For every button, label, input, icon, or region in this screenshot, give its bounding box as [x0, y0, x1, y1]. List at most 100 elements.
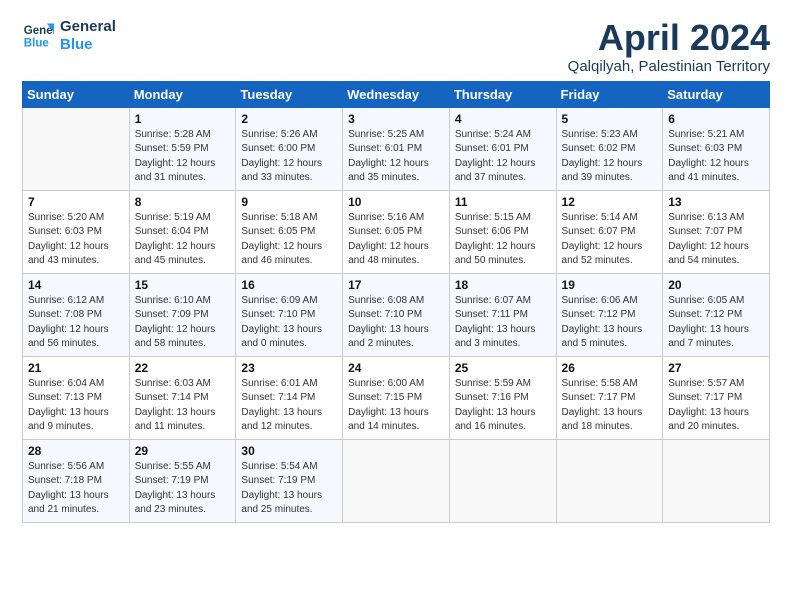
day-info: Sunrise: 5:58 AM Sunset: 7:17 PM Dayligh… — [562, 377, 659, 435]
day-number: 20 — [668, 278, 765, 292]
location: Qalqilyah, Palestinian Territory — [568, 58, 770, 75]
day-number: 6 — [668, 112, 765, 126]
day-info: Sunrise: 5:18 AM Sunset: 6:05 PM Dayligh… — [241, 211, 338, 269]
day-info: Sunrise: 5:15 AM Sunset: 6:06 PM Dayligh… — [455, 211, 552, 269]
calendar-table: SundayMondayTuesdayWednesdayThursdayFrid… — [22, 81, 770, 523]
svg-text:Blue: Blue — [24, 38, 50, 50]
day-number: 16 — [241, 278, 338, 292]
day-info: Sunrise: 5:16 AM Sunset: 6:05 PM Dayligh… — [348, 211, 445, 269]
day-cell: 25 Sunrise: 5:59 AM Sunset: 7:16 PM Dayli… — [449, 356, 556, 439]
day-cell: 18 Sunrise: 6:07 AM Sunset: 7:11 PM Dayli… — [449, 273, 556, 356]
day-number: 13 — [668, 195, 765, 209]
col-header-thursday: Thursday — [449, 81, 556, 107]
day-info: Sunrise: 5:24 AM Sunset: 6:01 PM Dayligh… — [455, 128, 552, 186]
day-number: 22 — [135, 361, 232, 375]
day-cell: 20 Sunrise: 6:05 AM Sunset: 7:12 PM Dayli… — [663, 273, 770, 356]
day-number: 12 — [562, 195, 659, 209]
day-info: Sunrise: 6:09 AM Sunset: 7:10 PM Dayligh… — [241, 294, 338, 352]
col-header-monday: Monday — [129, 81, 236, 107]
day-number: 21 — [28, 361, 125, 375]
day-number: 29 — [135, 444, 232, 458]
day-cell: 28Sunrise: 5:56 AM Sunset: 7:18 PM Dayli… — [23, 439, 130, 522]
day-info: Sunrise: 6:12 AM Sunset: 7:08 PM Dayligh… — [28, 294, 125, 352]
day-info: Sunrise: 5:54 AM Sunset: 7:19 PM Dayligh… — [241, 460, 338, 518]
day-cell: 13 Sunrise: 6:13 AM Sunset: 7:07 PM Dayli… — [663, 190, 770, 273]
day-cell: 2 Sunrise: 5:26 AM Sunset: 6:00 PM Daylig… — [236, 107, 343, 190]
day-number: 23 — [241, 361, 338, 375]
col-header-tuesday: Tuesday — [236, 81, 343, 107]
day-info: Sunrise: 5:26 AM Sunset: 6:00 PM Dayligh… — [241, 128, 338, 186]
day-cell: 30 Sunrise: 5:54 AM Sunset: 7:19 PM Dayli… — [236, 439, 343, 522]
day-info: Sunrise: 6:13 AM Sunset: 7:07 PM Dayligh… — [668, 211, 765, 269]
day-number: 2 — [241, 112, 338, 126]
day-number: 4 — [455, 112, 552, 126]
day-cell: 9 Sunrise: 5:18 AM Sunset: 6:05 PM Daylig… — [236, 190, 343, 273]
day-info: Sunrise: 5:19 AM Sunset: 6:04 PM Dayligh… — [135, 211, 232, 269]
logo-general: General — [60, 18, 116, 36]
col-header-wednesday: Wednesday — [343, 81, 450, 107]
day-cell: 19Sunrise: 6:06 AM Sunset: 7:12 PM Dayli… — [556, 273, 663, 356]
day-info: Sunrise: 6:05 AM Sunset: 7:12 PM Dayligh… — [668, 294, 765, 352]
day-cell: 24 Sunrise: 6:00 AM Sunset: 7:15 PM Dayli… — [343, 356, 450, 439]
logo: General Blue General Blue — [22, 18, 116, 54]
week-row-3: 14 Sunrise: 6:12 AM Sunset: 7:08 PM Dayli… — [23, 273, 770, 356]
day-number: 7 — [28, 195, 125, 209]
title-block: April 2024 Qalqilyah, Palestinian Territ… — [568, 18, 770, 75]
day-number: 24 — [348, 361, 445, 375]
day-info: Sunrise: 5:55 AM Sunset: 7:19 PM Dayligh… — [135, 460, 232, 518]
day-number: 14 — [28, 278, 125, 292]
day-cell: 29 Sunrise: 5:55 AM Sunset: 7:19 PM Dayli… — [129, 439, 236, 522]
col-header-saturday: Saturday — [663, 81, 770, 107]
day-cell: 11 Sunrise: 5:15 AM Sunset: 6:06 PM Dayli… — [449, 190, 556, 273]
day-info: Sunrise: 5:20 AM Sunset: 6:03 PM Dayligh… — [28, 211, 125, 269]
col-header-sunday: Sunday — [23, 81, 130, 107]
day-number: 11 — [455, 195, 552, 209]
day-cell — [556, 439, 663, 522]
day-cell — [449, 439, 556, 522]
day-cell: 26 Sunrise: 5:58 AM Sunset: 7:17 PM Dayli… — [556, 356, 663, 439]
day-cell: 14 Sunrise: 6:12 AM Sunset: 7:08 PM Dayli… — [23, 273, 130, 356]
logo-blue: Blue — [60, 36, 116, 54]
svg-text:General: General — [24, 25, 54, 37]
day-cell: 4 Sunrise: 5:24 AM Sunset: 6:01 PM Daylig… — [449, 107, 556, 190]
day-number: 28 — [28, 444, 125, 458]
week-row-4: 21 Sunrise: 6:04 AM Sunset: 7:13 PM Dayli… — [23, 356, 770, 439]
day-info: Sunrise: 6:00 AM Sunset: 7:15 PM Dayligh… — [348, 377, 445, 435]
day-cell: 22 Sunrise: 6:03 AM Sunset: 7:14 PM Dayli… — [129, 356, 236, 439]
day-number: 9 — [241, 195, 338, 209]
day-cell: 10Sunrise: 5:16 AM Sunset: 6:05 PM Dayli… — [343, 190, 450, 273]
day-cell: 8Sunrise: 5:19 AM Sunset: 6:04 PM Daylig… — [129, 190, 236, 273]
day-info: Sunrise: 6:04 AM Sunset: 7:13 PM Dayligh… — [28, 377, 125, 435]
day-number: 25 — [455, 361, 552, 375]
col-header-friday: Friday — [556, 81, 663, 107]
day-cell — [663, 439, 770, 522]
day-number: 3 — [348, 112, 445, 126]
day-info: Sunrise: 5:21 AM Sunset: 6:03 PM Dayligh… — [668, 128, 765, 186]
day-cell: 5Sunrise: 5:23 AM Sunset: 6:02 PM Daylig… — [556, 107, 663, 190]
day-info: Sunrise: 5:25 AM Sunset: 6:01 PM Dayligh… — [348, 128, 445, 186]
logo-icon: General Blue — [22, 20, 54, 52]
day-cell: 16 Sunrise: 6:09 AM Sunset: 7:10 PM Dayli… — [236, 273, 343, 356]
day-info: Sunrise: 6:07 AM Sunset: 7:11 PM Dayligh… — [455, 294, 552, 352]
day-info: Sunrise: 5:59 AM Sunset: 7:16 PM Dayligh… — [455, 377, 552, 435]
day-info: Sunrise: 6:01 AM Sunset: 7:14 PM Dayligh… — [241, 377, 338, 435]
day-cell: 12Sunrise: 5:14 AM Sunset: 6:07 PM Dayli… — [556, 190, 663, 273]
week-row-1: 1Sunrise: 5:28 AM Sunset: 5:59 PM Daylig… — [23, 107, 770, 190]
day-cell: 6 Sunrise: 5:21 AM Sunset: 6:03 PM Daylig… — [663, 107, 770, 190]
day-number: 26 — [562, 361, 659, 375]
day-cell: 7 Sunrise: 5:20 AM Sunset: 6:03 PM Daylig… — [23, 190, 130, 273]
day-cell: 17Sunrise: 6:08 AM Sunset: 7:10 PM Dayli… — [343, 273, 450, 356]
month-title: April 2024 — [568, 18, 770, 58]
day-number: 19 — [562, 278, 659, 292]
day-info: Sunrise: 6:03 AM Sunset: 7:14 PM Dayligh… — [135, 377, 232, 435]
day-number: 1 — [135, 112, 232, 126]
day-number: 15 — [135, 278, 232, 292]
day-cell — [343, 439, 450, 522]
day-number: 30 — [241, 444, 338, 458]
day-info: Sunrise: 5:23 AM Sunset: 6:02 PM Dayligh… — [562, 128, 659, 186]
day-cell: 21 Sunrise: 6:04 AM Sunset: 7:13 PM Dayli… — [23, 356, 130, 439]
day-cell: 23 Sunrise: 6:01 AM Sunset: 7:14 PM Dayli… — [236, 356, 343, 439]
week-row-5: 28Sunrise: 5:56 AM Sunset: 7:18 PM Dayli… — [23, 439, 770, 522]
day-cell: 3 Sunrise: 5:25 AM Sunset: 6:01 PM Daylig… — [343, 107, 450, 190]
day-number: 18 — [455, 278, 552, 292]
